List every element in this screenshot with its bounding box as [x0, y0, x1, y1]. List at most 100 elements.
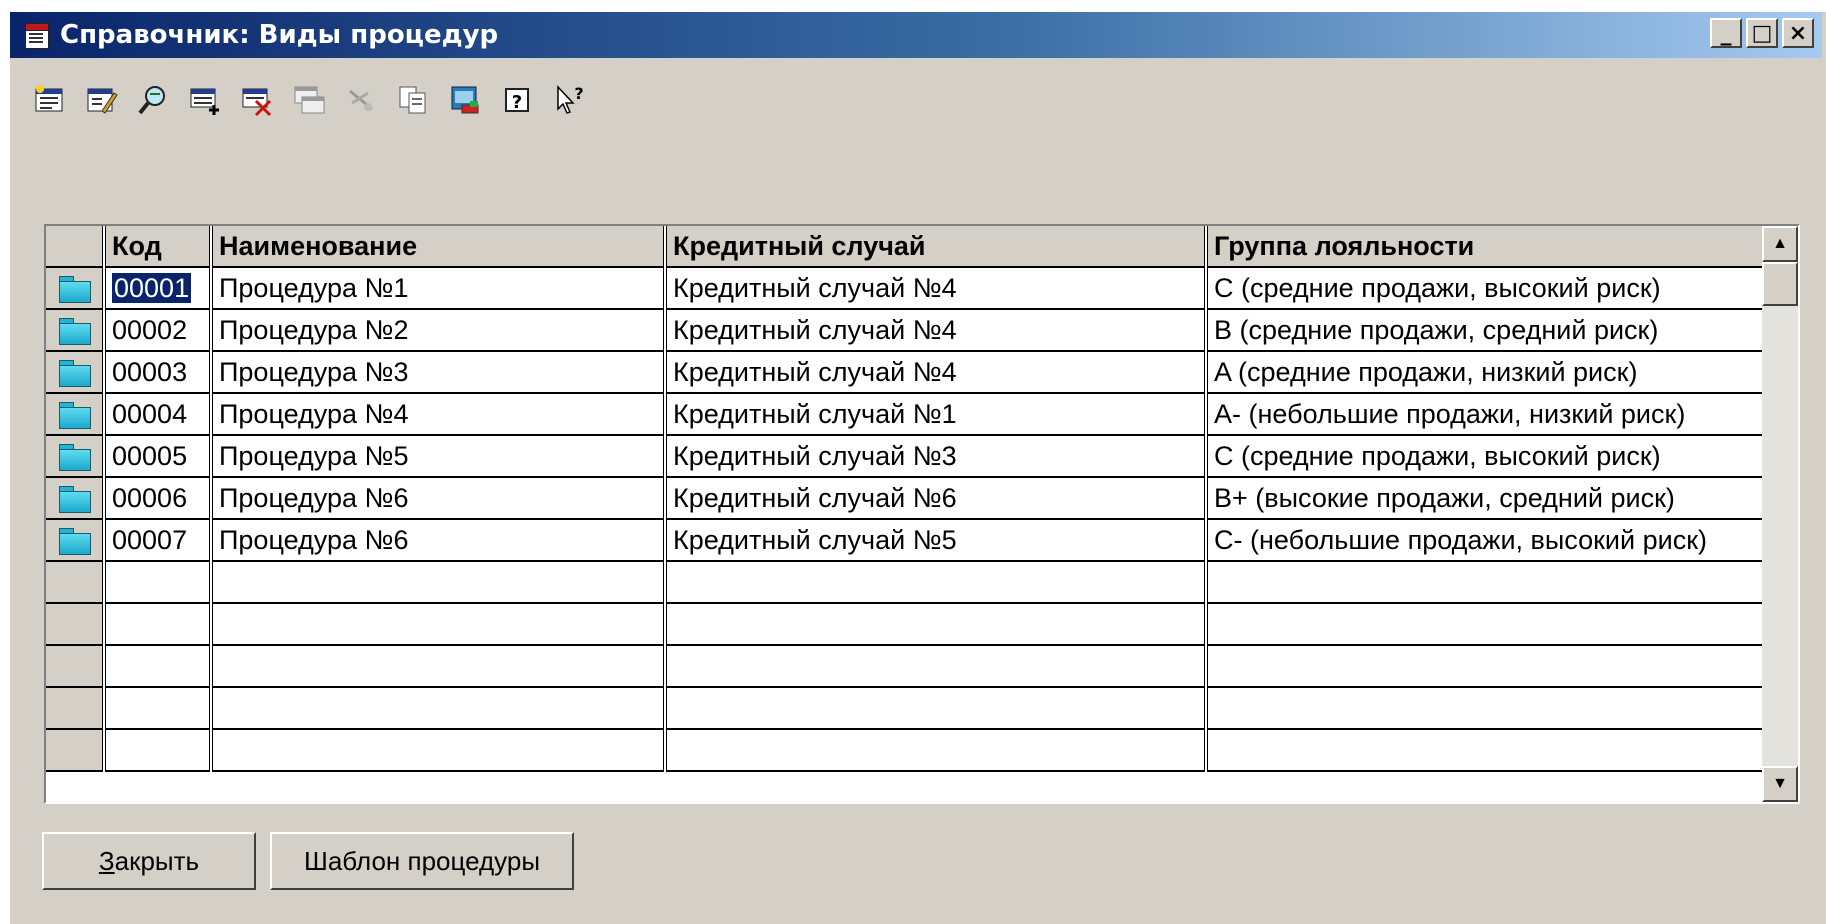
minimize-button[interactable]: _ [1710, 18, 1742, 48]
table-row[interactable]: 00006 Процедура №6 Кредитный случай №6 B+ (… [46, 477, 1768, 520]
maximize-button[interactable]: □ [1746, 18, 1778, 48]
help-icon[interactable]: ? [498, 81, 536, 119]
cell-code[interactable]: 00001 [102, 267, 211, 310]
row-header[interactable] [46, 351, 104, 394]
vertical-scrollbar[interactable]: ▲ ▼ [1762, 226, 1798, 802]
row-header[interactable] [46, 687, 104, 730]
cell-credit-case[interactable]: Кредитный случай №1 [663, 393, 1206, 436]
print-icon[interactable] [446, 81, 484, 119]
cell-name[interactable]: Процедура №2 [209, 309, 665, 352]
empty-table-row[interactable] [46, 729, 1768, 772]
cell-code[interactable]: 00004 [102, 393, 211, 436]
close-button[interactable]: Закрыть [42, 832, 256, 890]
cell-credit-case-text: Кредитный случай №4 [673, 314, 957, 345]
scroll-up-button[interactable]: ▲ [1762, 226, 1798, 262]
procedure-template-button[interactable]: Шаблон процедуры [270, 832, 574, 890]
row-header[interactable] [46, 645, 104, 688]
find-icon[interactable] [134, 81, 172, 119]
context-help-icon[interactable]: ? [550, 81, 588, 119]
cell-loyalty-group[interactable]: A- (небольшие продажи, низкий риск) [1204, 393, 1768, 436]
column-header-credit-case[interactable]: Кредитный случай [663, 226, 1206, 268]
cell-code[interactable]: 00007 [102, 519, 211, 562]
cell-credit-case[interactable]: Кредитный случай №4 [663, 309, 1206, 352]
cell-credit-case[interactable] [663, 603, 1206, 646]
column-header-code[interactable]: Код [102, 226, 211, 268]
cell-code[interactable] [102, 603, 211, 646]
cell-name[interactable]: Процедура №5 [209, 435, 665, 478]
cell-name[interactable] [209, 729, 665, 772]
cell-code[interactable] [102, 645, 211, 688]
title-bar[interactable]: Справочник: Виды процедур _ □ × [10, 12, 1822, 58]
row-header[interactable] [46, 267, 104, 310]
cell-loyalty-group[interactable]: C (средние продажи, высокий риск) [1204, 435, 1768, 478]
row-header[interactable] [46, 435, 104, 478]
cell-loyalty-group[interactable] [1204, 603, 1768, 646]
row-header[interactable] [46, 519, 104, 562]
cell-loyalty-group[interactable]: C- (небольшие продажи, высокий риск) [1204, 519, 1768, 562]
cell-loyalty-group[interactable]: B (средние продажи, средний риск) [1204, 309, 1768, 352]
cell-code[interactable]: 00006 [102, 477, 211, 520]
row-header[interactable] [46, 729, 104, 772]
row-header[interactable] [46, 477, 104, 520]
scroll-thumb[interactable] [1762, 262, 1798, 306]
cell-credit-case[interactable] [663, 645, 1206, 688]
cell-credit-case[interactable]: Кредитный случай №6 [663, 477, 1206, 520]
cell-name[interactable] [209, 645, 665, 688]
table-row[interactable]: 00004 Процедура №4 Кредитный случай №1 A- (… [46, 393, 1768, 436]
cell-name[interactable]: Процедура №6 [209, 519, 665, 562]
add-row-icon[interactable] [186, 81, 224, 119]
table-row[interactable]: 00001 Процедура №1 Кредитный случай №4 C (с… [46, 267, 1768, 310]
new-element-icon[interactable] [30, 81, 68, 119]
cell-name[interactable]: Процедура №4 [209, 393, 665, 436]
table-row[interactable]: 00005 Процедура №5 Кредитный случай №3 C (с… [46, 435, 1768, 478]
table-row[interactable]: 00002 Процедура №2 Кредитный случай №4 B (с… [46, 309, 1768, 352]
empty-table-row[interactable] [46, 561, 1768, 604]
cell-code[interactable] [102, 687, 211, 730]
cell-credit-case[interactable] [663, 729, 1206, 772]
cell-name[interactable] [209, 561, 665, 604]
cell-name[interactable] [209, 603, 665, 646]
table-row[interactable]: 00007 Процедура №6 Кредитный случай №5 C- (… [46, 519, 1768, 562]
cell-name[interactable]: Процедура №3 [209, 351, 665, 394]
cell-credit-case[interactable]: Кредитный случай №4 [663, 351, 1206, 394]
cell-loyalty-group[interactable] [1204, 687, 1768, 730]
row-header[interactable] [46, 603, 104, 646]
cell-code[interactable] [102, 729, 211, 772]
cell-loyalty-group[interactable] [1204, 645, 1768, 688]
row-header[interactable] [46, 393, 104, 436]
cell-credit-case[interactable]: Кредитный случай №5 [663, 519, 1206, 562]
cell-credit-case[interactable] [663, 561, 1206, 604]
scroll-down-button[interactable]: ▼ [1762, 766, 1798, 802]
cell-name[interactable]: Процедура №1 [209, 267, 665, 310]
cell-loyalty-group[interactable]: B+ (высокие продажи, средний риск) [1204, 477, 1768, 520]
cell-code[interactable] [102, 561, 211, 604]
column-header-name[interactable]: Наименование [209, 226, 665, 268]
move-icon[interactable] [342, 81, 380, 119]
copy-icon[interactable] [394, 81, 432, 119]
cell-credit-case[interactable] [663, 687, 1206, 730]
row-header[interactable] [46, 561, 104, 604]
empty-table-row[interactable] [46, 645, 1768, 688]
column-header-loyalty-group[interactable]: Группа лояльности [1204, 226, 1768, 268]
cell-code[interactable]: 00002 [102, 309, 211, 352]
procedures-grid[interactable]: Код Наименование Кредитный случай Группа… [44, 224, 1800, 804]
cell-credit-case[interactable]: Кредитный случай №3 [663, 435, 1206, 478]
cell-loyalty-group[interactable] [1204, 729, 1768, 772]
cell-name[interactable]: Процедура №6 [209, 477, 665, 520]
cell-code[interactable]: 00003 [102, 351, 211, 394]
delete-row-icon[interactable] [238, 81, 276, 119]
empty-table-row[interactable] [46, 603, 1768, 646]
row-header[interactable] [46, 309, 104, 352]
cell-loyalty-group[interactable] [1204, 561, 1768, 604]
cell-loyalty-group[interactable]: C (средние продажи, высокий риск) [1204, 267, 1768, 310]
cell-name[interactable] [209, 687, 665, 730]
copy-row-icon[interactable] [290, 81, 328, 119]
table-row[interactable]: 00003 Процедура №3 Кредитный случай №4 A (с… [46, 351, 1768, 394]
edit-element-icon[interactable] [82, 81, 120, 119]
close-window-button[interactable]: × [1782, 18, 1814, 48]
empty-table-row[interactable] [46, 687, 1768, 730]
cell-credit-case[interactable]: Кредитный случай №4 [663, 267, 1206, 310]
cell-loyalty-group[interactable]: A (средние продажи, низкий риск) [1204, 351, 1768, 394]
cell-loyalty-group-text: A- (небольшие продажи, низкий риск) [1214, 398, 1686, 429]
cell-code[interactable]: 00005 [102, 435, 211, 478]
